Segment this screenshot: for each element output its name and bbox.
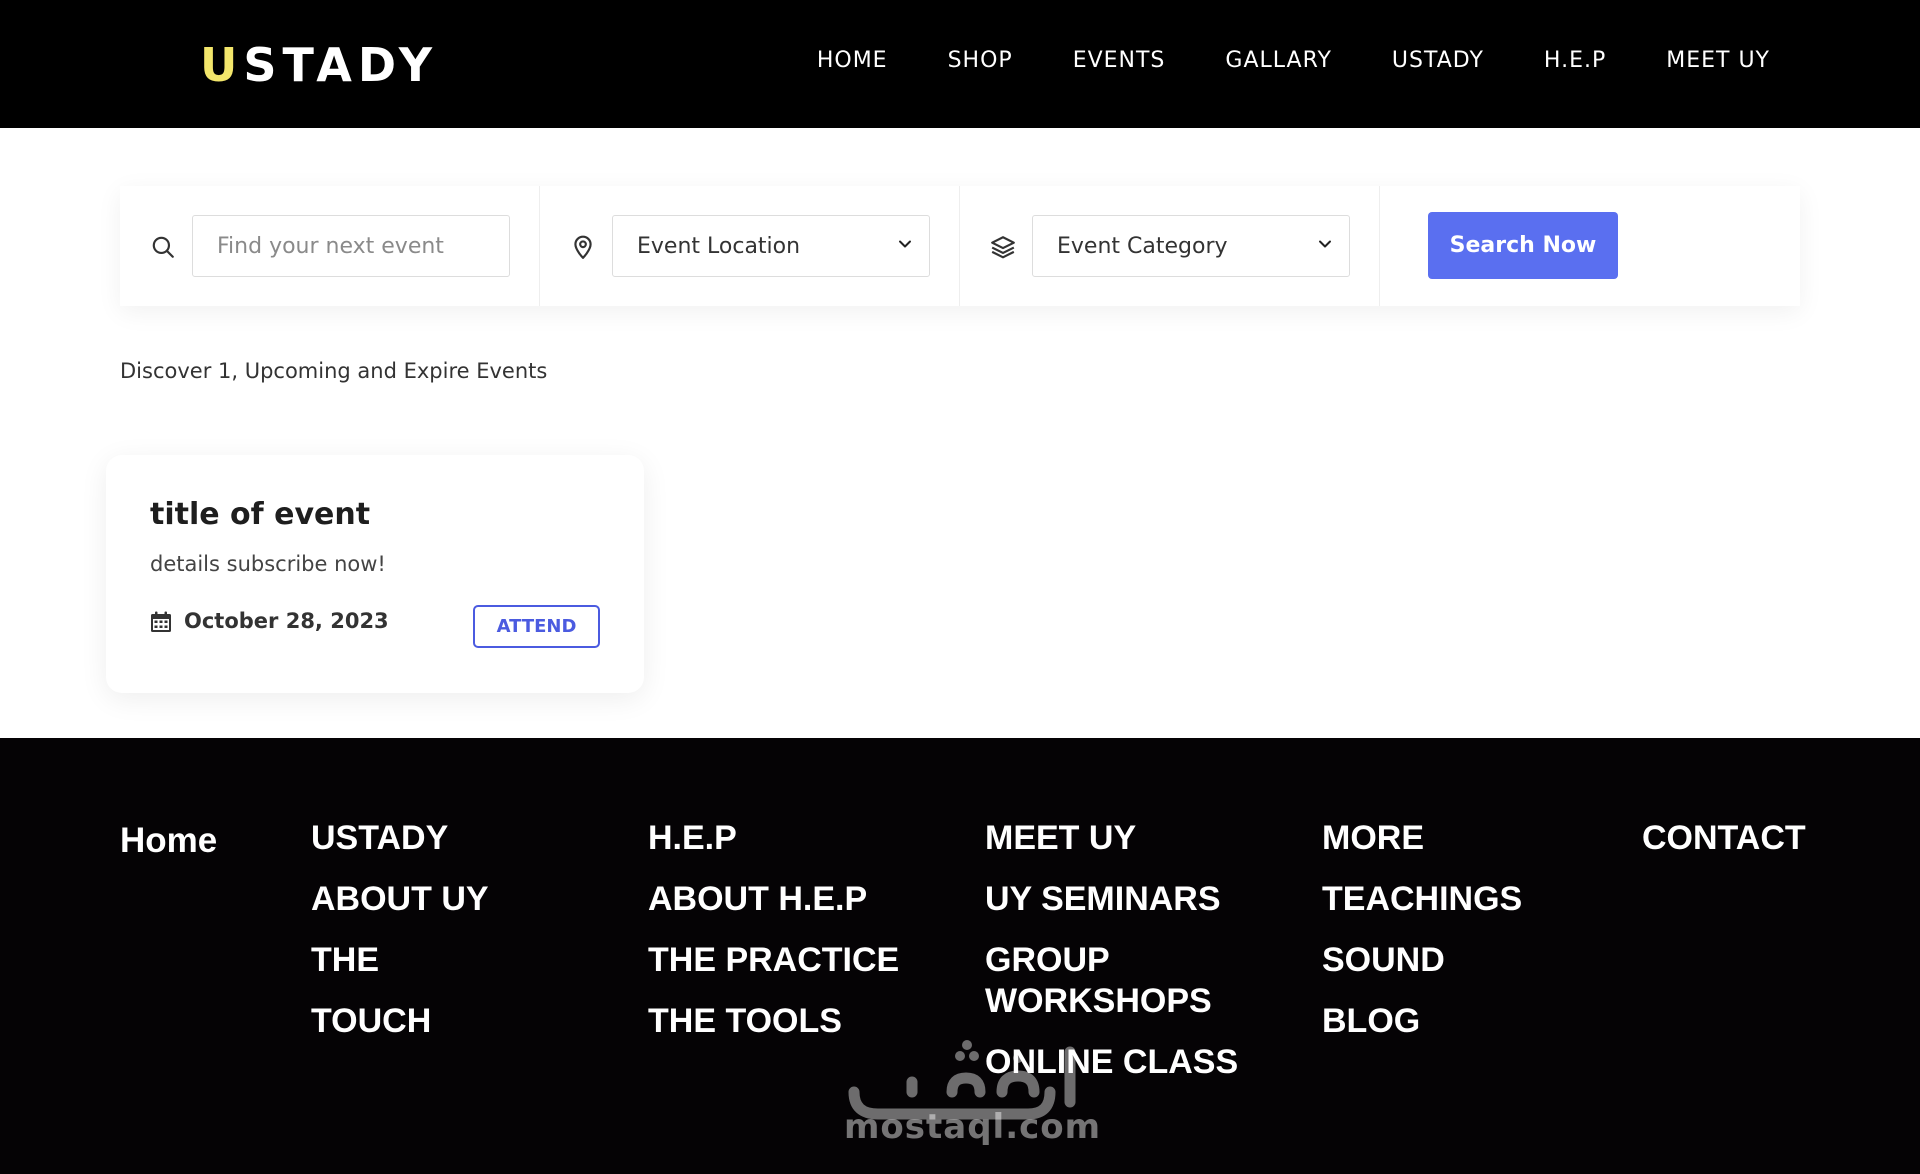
chevron-down-icon bbox=[899, 240, 911, 248]
nav-gallary[interactable]: GALLARY bbox=[1225, 46, 1331, 76]
site-header: USTADY HOME SHOP EVENTS GALLARY USTADY H… bbox=[0, 0, 1920, 128]
footer-link-uy-seminars[interactable]: UY SEMINARS bbox=[985, 879, 1238, 920]
main-nav: HOME SHOP EVENTS GALLARY USTADY H.E.P ME… bbox=[817, 46, 1770, 76]
footer-link-contact[interactable]: CONTACT bbox=[1642, 818, 1806, 859]
keyword-segment: Find your next event bbox=[120, 186, 540, 306]
footer-col-hep: H.E.P ABOUT H.E.P THE PRACTICE THE TOOLS bbox=[648, 818, 899, 1062]
footer-link-the-practice[interactable]: THE PRACTICE bbox=[648, 940, 899, 981]
location-segment: Event Location bbox=[540, 186, 960, 306]
logo-text: STADY bbox=[243, 38, 439, 92]
footer-link-hep[interactable]: H.E.P bbox=[648, 818, 899, 859]
logo[interactable]: USTADY bbox=[200, 38, 438, 92]
footer-link-the[interactable]: THE bbox=[311, 940, 489, 981]
calendar-icon bbox=[151, 611, 171, 632]
footer-col-contact: CONTACT bbox=[1642, 818, 1806, 879]
nav-events[interactable]: EVENTS bbox=[1073, 46, 1166, 76]
location-value: Event Location bbox=[637, 233, 801, 259]
footer-link-meet-uy[interactable]: MEET UY bbox=[985, 818, 1238, 859]
footer-link-sound[interactable]: SOUND bbox=[1322, 940, 1522, 981]
watermark-text: mostaql.com bbox=[844, 1107, 1102, 1147]
event-date: October 28, 2023 bbox=[184, 609, 389, 633]
footer-link-about-uy[interactable]: ABOUT UY bbox=[311, 879, 489, 920]
attend-button[interactable]: ATTEND bbox=[473, 605, 600, 648]
search-icon bbox=[152, 236, 174, 258]
category-value: Event Category bbox=[1057, 233, 1228, 259]
search-button-segment: Search Now bbox=[1380, 186, 1800, 306]
footer-col-ustady: USTADY ABOUT UY THE TOUCH bbox=[311, 818, 489, 1062]
footer-link-the-tools[interactable]: THE TOOLS bbox=[648, 1001, 899, 1042]
nav-shop[interactable]: SHOP bbox=[948, 46, 1013, 76]
keyword-placeholder: Find your next event bbox=[217, 233, 444, 259]
footer-link-teachings[interactable]: TEACHINGS bbox=[1322, 879, 1522, 920]
map-pin-icon bbox=[574, 235, 592, 259]
search-now-button[interactable]: Search Now bbox=[1428, 212, 1618, 279]
nav-hep[interactable]: H.E.P bbox=[1544, 46, 1606, 76]
nav-ustady[interactable]: USTADY bbox=[1392, 46, 1484, 76]
event-search-bar: Find your next event Event Location Even… bbox=[120, 186, 1800, 306]
footer-link-about-hep[interactable]: ABOUT H.E.P bbox=[648, 879, 899, 920]
event-details: details subscribe now! bbox=[150, 552, 386, 576]
location-select[interactable]: Event Location bbox=[612, 215, 930, 277]
footer-link-home[interactable]: Home bbox=[120, 820, 217, 861]
footer-link-ustady[interactable]: USTADY bbox=[311, 818, 489, 859]
category-segment: Event Category bbox=[960, 186, 1380, 306]
footer-link-touch[interactable]: TOUCH bbox=[311, 1001, 489, 1042]
event-card: title of event details subscribe now! Oc… bbox=[106, 455, 644, 693]
event-title[interactable]: title of event bbox=[150, 495, 370, 535]
footer-link-more[interactable]: MORE bbox=[1322, 818, 1522, 859]
footer-col-home: Home bbox=[120, 818, 217, 881]
chevron-down-icon bbox=[1319, 240, 1331, 248]
category-select[interactable]: Event Category bbox=[1032, 215, 1350, 277]
nav-meet-uy[interactable]: MEET UY bbox=[1666, 46, 1770, 76]
results-summary: Discover 1, Upcoming and Expire Events bbox=[120, 359, 548, 383]
nav-home[interactable]: HOME bbox=[817, 46, 888, 76]
keyword-input[interactable]: Find your next event bbox=[192, 215, 510, 277]
layers-icon bbox=[991, 236, 1015, 259]
footer-link-blog[interactable]: BLOG bbox=[1322, 1001, 1522, 1042]
footer-col-more: MORE TEACHINGS SOUND BLOG bbox=[1322, 818, 1522, 1062]
footer-link-group-workshops[interactable]: GROUP WORKSHOPS bbox=[985, 940, 1225, 1022]
